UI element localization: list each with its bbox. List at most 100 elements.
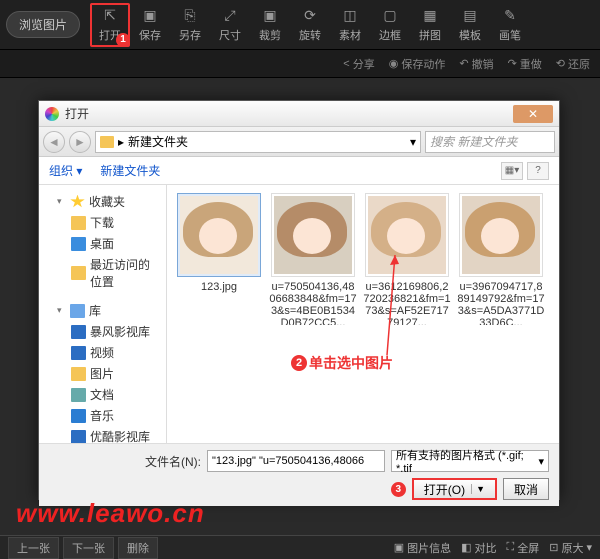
close-button[interactable]: ✕ (513, 105, 553, 123)
save-button[interactable]: ▣保存 (130, 3, 170, 47)
open-file-dialog: 打开 ✕ ◄ ► ▸ 新建文件夹 ▾ 搜索 新建文件夹 组织 ▾ 新建文件夹 ▦… (38, 100, 560, 500)
filename-label: 文件名(N): (145, 453, 201, 470)
tree-youku[interactable]: 优酷影视库 (43, 426, 162, 443)
undo-button[interactable]: ↶ 撤销 (459, 56, 493, 72)
file-item[interactable]: u=3967094717,889149792&fm=173&s=A5DA3771… (457, 193, 545, 325)
file-grid: 123.jpg u=750504136,4806683848&fm=173&s=… (167, 185, 559, 443)
tree-doc-label: 文档 (90, 386, 114, 403)
open-button[interactable]: ⇱ 打开 1 (90, 3, 130, 47)
help-button[interactable]: ? (527, 162, 549, 180)
share-button[interactable]: < 分享 (343, 56, 374, 72)
step-badge-2: 2 (291, 355, 307, 371)
save-action-button[interactable]: ◉ 保存动作 (389, 56, 446, 72)
tree-downloads[interactable]: 下载 (43, 212, 162, 233)
filter-text: 所有支持的图片格式 (*.gif; *.tif (396, 447, 538, 475)
saveas-button[interactable]: ⎘ 另存 (170, 3, 210, 47)
tree-library[interactable]: ▾库 (43, 300, 162, 321)
compare-button[interactable]: ◧ 对比 (461, 540, 496, 556)
original-size-button[interactable]: ⊡ 原大 ▾ (549, 540, 592, 556)
tree-favorites[interactable]: ▾收藏夹 (43, 191, 162, 212)
crop-icon: ▣ (261, 7, 279, 25)
collage-label: 拼图 (419, 27, 441, 43)
file-name: u=3967094717,889149792&fm=173&s=A5DA3771… (457, 281, 545, 325)
asset-button[interactable]: ◫素材 (330, 3, 370, 47)
image-info-button[interactable]: ▣ 图片信息 (394, 540, 451, 556)
crop-button[interactable]: ▣ 裁剪 (250, 3, 290, 47)
video-icon (71, 346, 86, 360)
folder-icon (100, 136, 114, 148)
tree-desktop[interactable]: 桌面 (43, 233, 162, 254)
undo-label: 撤销 (472, 56, 494, 72)
step-badge-1: 1 (116, 33, 130, 47)
file-thumb (177, 193, 261, 277)
search-input[interactable]: 搜索 新建文件夹 (425, 131, 555, 153)
file-item[interactable]: u=3612169806,2720236821&fm=173&s=AF52E71… (363, 193, 451, 325)
tree-pictures[interactable]: 图片 (43, 363, 162, 384)
video-icon (71, 325, 86, 339)
crop-label: 裁剪 (259, 27, 281, 43)
file-thumb (365, 193, 449, 277)
nav-fwd-button[interactable]: ► (69, 131, 91, 153)
tree-video[interactable]: 视频 (43, 342, 162, 363)
brush-button[interactable]: ✎画笔 (490, 3, 530, 47)
prev-image-button[interactable]: 上一张 (8, 537, 59, 559)
file-item[interactable]: u=750504136,4806683848&fm=173&s=4BE0B153… (269, 193, 357, 325)
redo-button[interactable]: ↷ 重做 (508, 56, 542, 72)
folder-tree: ▾收藏夹 下载 桌面 最近访问的位置 ▾库 暴风影视库 视频 图片 文档 音乐 … (39, 185, 167, 443)
bottom-bar: 上一张 下一张 删除 ▣ 图片信息 ◧ 对比 ⛶ 全屏 ⊡ 原大 ▾ (0, 535, 600, 559)
rotate-icon: ⟳ (301, 7, 319, 25)
saveas-label: 另存 (179, 27, 201, 43)
brush-icon: ✎ (501, 7, 519, 25)
dialog-open-button[interactable]: 打开(O)▼ (412, 478, 497, 500)
annotation-text: 单击选中图片 (309, 353, 393, 373)
next-image-button[interactable]: 下一张 (63, 537, 114, 559)
file-thumb (271, 193, 355, 277)
rotate-button[interactable]: ⟳旋转 (290, 3, 330, 47)
dialog-navbar: ◄ ► ▸ 新建文件夹 ▾ 搜索 新建文件夹 (39, 127, 559, 157)
file-item[interactable]: 123.jpg (175, 193, 263, 293)
document-icon (71, 388, 86, 402)
size-icon: ⤢ (221, 7, 239, 25)
nav-back-button[interactable]: ◄ (43, 131, 65, 153)
file-name: 123.jpg (201, 281, 237, 293)
saveas-icon: ⎘ (181, 7, 199, 25)
tree-bf-label: 暴风影视库 (90, 323, 150, 340)
template-label: 模板 (459, 27, 481, 43)
border-button[interactable]: ▢边框 (370, 3, 410, 47)
tree-dl-label: 下载 (90, 214, 114, 231)
filetype-filter[interactable]: 所有支持的图片格式 (*.gif; *.tif▾ (391, 450, 549, 472)
open-btn-label: 打开(O) (424, 481, 465, 498)
tree-documents[interactable]: 文档 (43, 384, 162, 405)
filename-input[interactable] (207, 450, 385, 472)
breadcrumb[interactable]: ▸ 新建文件夹 ▾ (95, 131, 421, 153)
restore-label: 还原 (568, 56, 590, 72)
video-icon (71, 430, 86, 444)
tree-baofeng[interactable]: 暴风影视库 (43, 321, 162, 342)
organize-menu[interactable]: 组织 ▾ (49, 162, 82, 179)
main-toolbar: 浏览图片 ⇱ 打开 1 ▣保存 ⎘另存 ⤢尺寸 ▣裁剪 ⟳旋转 ◫素材 ▢边框 … (0, 0, 600, 50)
dialog-cancel-button[interactable]: 取消 (503, 478, 549, 500)
new-folder-button[interactable]: 新建文件夹 (100, 162, 160, 179)
collage-button[interactable]: ▦ 拼图 (410, 3, 450, 47)
template-button[interactable]: ▤ 模板 (450, 3, 490, 47)
tree-recent-label: 最近访问的位置 (90, 256, 160, 290)
file-name: u=3612169806,2720236821&fm=173&s=AF52E71… (363, 281, 451, 325)
app-icon (45, 107, 59, 121)
template-icon: ▤ (461, 7, 479, 25)
browse-images-button[interactable]: 浏览图片 (6, 11, 80, 38)
view-mode-button[interactable]: ▦▾ (501, 162, 523, 180)
tree-lib-label: 库 (89, 302, 101, 319)
tree-yk-label: 优酷影视库 (90, 428, 150, 443)
saveaction-label: 保存动作 (401, 56, 445, 72)
watermark: www.leawo.cn (16, 498, 205, 529)
tree-recent[interactable]: 最近访问的位置 (43, 254, 162, 292)
pictures-icon (71, 367, 86, 381)
tree-music[interactable]: 音乐 (43, 405, 162, 426)
size-button[interactable]: ⤢尺寸 (210, 3, 250, 47)
fullscreen-button[interactable]: ⛶ 全屏 (507, 540, 540, 556)
delete-button[interactable]: 删除 (118, 537, 158, 559)
collage-icon: ▦ (421, 7, 439, 25)
restore-button[interactable]: ⟲ 还原 (556, 56, 590, 72)
save-icon: ▣ (141, 7, 159, 25)
dialog-title: 打开 (65, 105, 89, 122)
